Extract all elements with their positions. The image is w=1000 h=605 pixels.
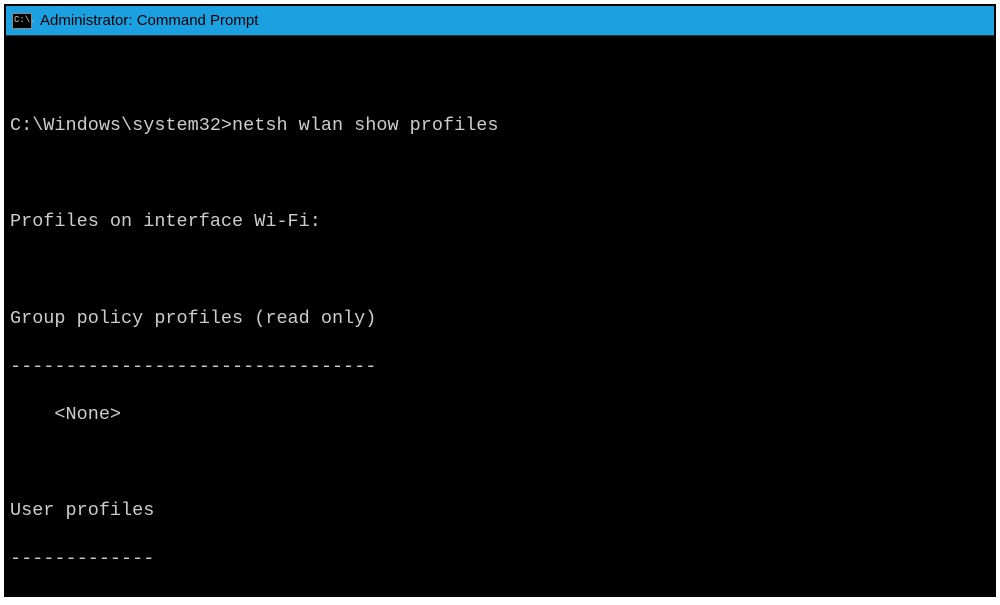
separator-line: --------------------------------- — [10, 355, 990, 379]
separator-line: ------------- — [10, 547, 990, 571]
blank-line — [10, 66, 990, 90]
titlebar[interactable]: C:\. Administrator: Command Prompt — [6, 6, 994, 36]
interface-header: Profiles on interface Wi-Fi: — [10, 210, 990, 234]
blank-line — [10, 451, 990, 475]
blank-line — [10, 258, 990, 282]
command-text: netsh wlan show profiles — [232, 115, 498, 136]
command-prompt-window: C:\. Administrator: Command Prompt C:\Wi… — [4, 4, 996, 597]
prompt-path: C:\Windows\system32> — [10, 115, 232, 136]
group-policy-header: Group policy profiles (read only) — [10, 307, 990, 331]
blank-line — [10, 162, 990, 186]
none-line: <None> — [10, 403, 990, 427]
terminal-output[interactable]: C:\Windows\system32>netsh wlan show prof… — [6, 36, 994, 595]
window-title: Administrator: Command Prompt — [40, 12, 258, 29]
user-profiles-header: User profiles — [10, 499, 990, 523]
cmd-icon: C:\. — [12, 13, 32, 29]
command-line: C:\Windows\system32>netsh wlan show prof… — [10, 114, 990, 138]
